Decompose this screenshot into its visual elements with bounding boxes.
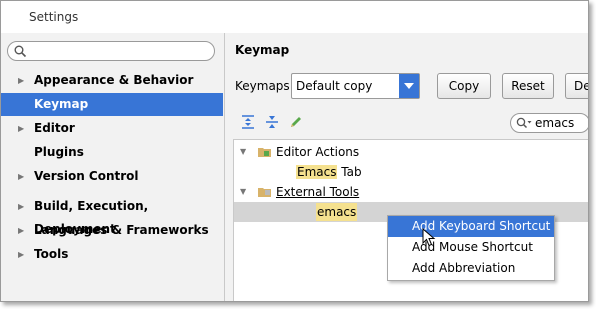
- folder-icon: [258, 188, 271, 197]
- mouse-pointer-icon: [422, 228, 436, 247]
- menu-item-add-mouse-shortcut[interactable]: Add Mouse Shortcut: [388, 237, 554, 258]
- sidebar-item-label: Appearance & Behavior: [34, 73, 194, 87]
- tree-label: Emacs Tab: [296, 162, 362, 182]
- sidebar-item-tools[interactable]: ▶ Tools: [1, 243, 223, 266]
- expand-arrow-icon: ▶: [18, 76, 25, 85]
- keymap-select-value: Default copy: [296, 79, 373, 93]
- context-menu: Add Keyboard Shortcut Add Mouse Shortcut…: [387, 215, 555, 281]
- menu-item-add-abbreviation[interactable]: Add Abbreviation: [388, 258, 554, 279]
- sidebar-item-label: Plugins: [34, 145, 84, 159]
- reset-button[interactable]: Reset: [502, 73, 554, 99]
- filter-value: emacs: [535, 116, 575, 130]
- search-match-highlight: emacs: [316, 203, 358, 221]
- sidebar-search-input[interactable]: [7, 41, 215, 61]
- tree-label-rest: Tab: [337, 165, 362, 179]
- sidebar-item-plugins[interactable]: Plugins: [1, 141, 223, 164]
- sidebar: ▶ Appearance & Behavior Keymap ▶ Editor …: [1, 33, 225, 301]
- collapse-arrow-icon[interactable]: ▼: [240, 142, 246, 162]
- sidebar-item-editor[interactable]: ▶ Editor: [1, 117, 223, 140]
- keymap-select[interactable]: Default copy: [291, 73, 420, 99]
- sidebar-item-label: Languages & Frameworks: [34, 223, 209, 237]
- tree-row-editor-actions[interactable]: ▼ Editor Actions: [234, 142, 588, 162]
- menu-item-label: Add Abbreviation: [412, 261, 516, 275]
- search-icon: [516, 117, 532, 129]
- expand-arrow-icon: ▶: [18, 172, 25, 181]
- collapse-all-icon[interactable]: [263, 113, 281, 131]
- sidebar-item-label: Tools: [34, 247, 69, 261]
- tree-label: Editor Actions: [276, 145, 360, 159]
- window-title: Settings: [29, 10, 79, 24]
- folder-icon: [258, 148, 271, 157]
- copy-button[interactable]: Copy: [437, 73, 491, 99]
- expand-arrow-icon: ▶: [18, 124, 25, 133]
- shortcut-filter-input[interactable]: emacs: [510, 113, 588, 133]
- delete-button[interactable]: De: [565, 73, 588, 99]
- sidebar-item-label: Version Control: [34, 169, 139, 183]
- sidebar-item-appearance-behavior[interactable]: ▶ Appearance & Behavior: [1, 69, 223, 92]
- sidebar-item-version-control[interactable]: ▶ Version Control: [1, 165, 223, 188]
- tree-row-external-tools[interactable]: ▼ External Tools: [234, 182, 588, 202]
- expand-arrow-icon: ▶: [18, 250, 25, 259]
- search-icon: [14, 45, 27, 58]
- sidebar-item-label: Keymap: [34, 97, 89, 111]
- sidebar-item-label: Editor: [34, 121, 75, 135]
- keymaps-label: Keymaps:: [235, 79, 294, 93]
- title-bar: Settings: [1, 1, 588, 33]
- sidebar-item-languages-frameworks[interactable]: ▶ Languages & Frameworks: [1, 219, 223, 242]
- tree-row-emacs-tab[interactable]: Emacs Tab: [234, 162, 588, 182]
- expand-arrow-icon: ▶: [18, 202, 25, 211]
- page-title: Keymap: [235, 43, 290, 57]
- sidebar-item-build-execution-deployment[interactable]: ▶ Build, Execution, Deployment: [1, 195, 223, 236]
- expand-all-icon[interactable]: [239, 113, 257, 131]
- sidebar-item-keymap[interactable]: Keymap: [1, 93, 223, 116]
- chevron-down-icon[interactable]: [399, 74, 419, 98]
- collapse-arrow-icon[interactable]: ▼: [240, 182, 246, 202]
- edit-pencil-icon[interactable]: [287, 113, 305, 131]
- tree-label: External Tools: [276, 185, 360, 199]
- menu-item-add-keyboard-shortcut[interactable]: Add Keyboard Shortcut: [388, 216, 554, 237]
- expand-arrow-icon: ▶: [18, 226, 25, 235]
- search-match-highlight: Emacs: [296, 165, 338, 179]
